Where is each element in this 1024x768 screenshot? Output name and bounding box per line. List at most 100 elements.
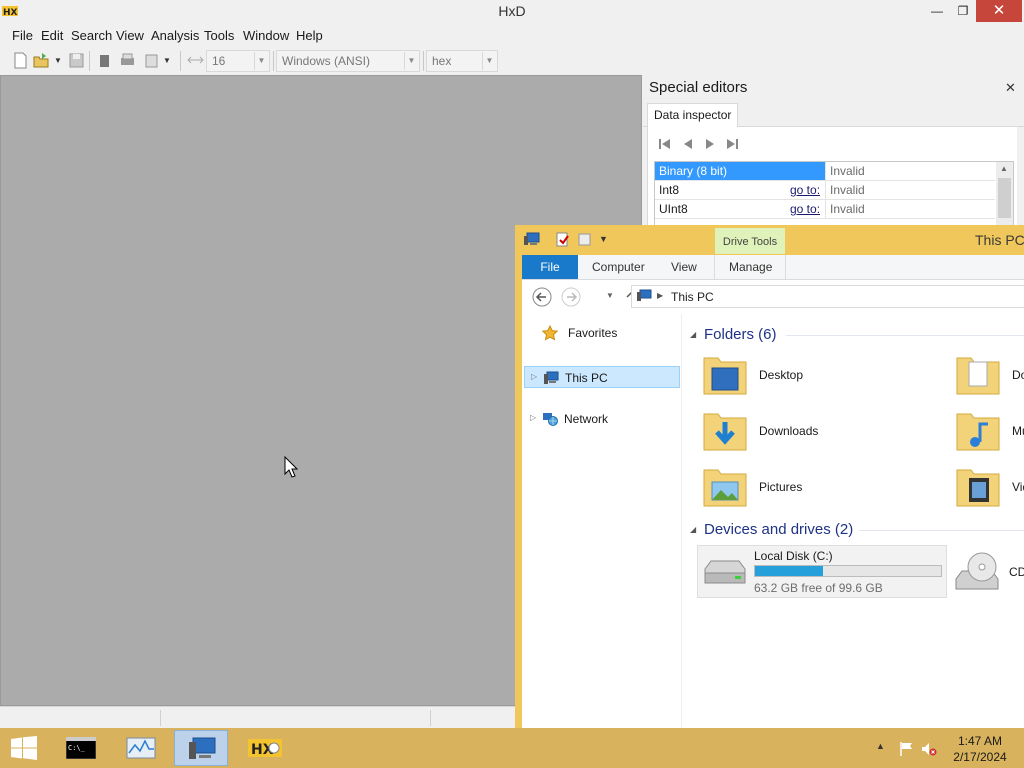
menu-tools[interactable]: Tools [204,28,234,43]
customize-qat-icon[interactable]: ▼ [599,234,608,244]
previous-icon[interactable] [681,137,695,151]
menu-help[interactable]: Help [296,28,323,43]
next-icon[interactable] [703,137,717,151]
folder-item-videos[interactable]: Vid [955,464,1024,516]
this-pc-icon[interactable] [523,232,540,247]
first-icon[interactable] [658,137,672,151]
expand-arrow-icon[interactable]: ▷ [531,372,537,381]
desktop-folder-icon [703,357,747,395]
taskbar-app-performance-monitor[interactable] [114,730,168,766]
menu-file[interactable]: File [12,28,33,43]
recent-locations-chevron-icon[interactable]: ▼ [606,291,614,300]
table-row[interactable]: Int8 go to: Invalid [655,181,995,200]
panel-tab-row: Data inspector [643,103,1024,128]
properties-icon[interactable] [555,232,570,247]
tab-data-inspector[interactable]: Data inspector [647,103,739,128]
collapse-arrow-icon[interactable]: ◢ [690,330,696,339]
charset-select[interactable]: Windows (ANSI) ▼ [276,50,420,72]
nav-item-this-pc[interactable]: ▷ This PC [524,366,680,388]
drive-tools-contextual-tab: Drive Tools [715,228,785,254]
folder-item-documents[interactable]: Do [955,352,1024,404]
drive-name: CD [1009,565,1024,579]
menu-view[interactable]: View [116,28,144,43]
tab-computer[interactable]: Computer [592,260,645,274]
tab-view[interactable]: View [671,260,697,274]
volume-muted-icon[interactable] [921,741,937,757]
last-icon[interactable] [725,137,739,151]
close-file-icon[interactable] [96,52,113,69]
new-folder-icon[interactable] [577,232,592,247]
folder-item-pictures[interactable]: Pictures [702,464,922,516]
minimize-button[interactable]: — [924,0,950,22]
forward-arrow-icon[interactable] [561,287,581,307]
folder-name: Pictures [759,480,803,494]
offset-base-value: hex [432,54,452,68]
status-divider [430,710,431,726]
videos-folder-icon [956,469,1000,507]
clock-time[interactable]: 1:47 AM [950,734,1010,748]
show-hidden-icons-chevron-icon[interactable]: ▲ [876,741,885,751]
folder-item-downloads[interactable]: Downloads [702,408,922,460]
drive-free-space: 63.2 GB free of 99.6 GB [754,581,883,595]
navigation-bar: ▼ ▶ This PC [522,280,1024,314]
menu-window[interactable]: Window [243,28,289,43]
close-button[interactable]: ✕ [976,0,1022,22]
group-header-folders[interactable]: Folders (6) [704,326,777,343]
save-icon[interactable] [68,52,85,69]
toolbar-separator [273,51,274,71]
folder-item-desktop[interactable]: Desktop [702,352,922,404]
new-file-icon[interactable] [12,52,29,69]
menu-edit[interactable]: Edit [41,28,63,43]
performance-monitor-icon [126,737,156,759]
folder-item-music[interactable]: Mu [955,408,1024,460]
taskbar-app-cmd[interactable]: C:\_ [56,730,110,766]
manage-tab-frame: Manage [714,255,786,280]
nav-label: This PC [565,371,608,385]
goto-link[interactable]: go to: [790,183,820,197]
taskbar-app-file-explorer[interactable] [174,730,228,766]
vertical-scrollbar[interactable]: ▲ [996,162,1013,230]
chevron-down-icon[interactable]: ▼ [482,52,496,70]
menu-analysis[interactable]: Analysis [151,28,199,43]
chevron-down-icon[interactable]: ▼ [404,52,418,70]
cd-drive-icon [955,552,999,590]
group-header-devices[interactable]: Devices and drives (2) [704,521,853,538]
offset-base-select[interactable]: hex ▼ [426,50,498,72]
explorer-titlebar[interactable]: ▼ Drive Tools This PC [515,225,1024,255]
chevron-down-icon[interactable]: ▼ [254,52,268,70]
action-center-flag-icon[interactable] [898,741,914,757]
nav-item-network[interactable]: ▷ Network [524,408,680,430]
windows-start-icon[interactable] [10,736,38,760]
menu-search[interactable]: Search [71,28,112,43]
drive-item-local-disk[interactable]: Local Disk (C:) 63.2 GB free of 99.6 GB [697,545,947,598]
toolbar-separator [180,51,181,71]
breadcrumb-chevron-icon[interactable]: ▶ [657,291,663,300]
properties-icon[interactable] [143,52,160,69]
hxd-titlebar[interactable]: HX HxD — ❐ ✕ [0,0,1024,23]
folder-name: Mu [1012,424,1024,438]
tab-file[interactable]: File [522,255,578,279]
taskbar-app-hxd[interactable]: HX [238,730,292,766]
row-name: Int8 [659,183,680,197]
tab-manage[interactable]: Manage [729,260,772,274]
expand-arrow-icon[interactable]: ▷ [530,413,536,422]
maximize-button[interactable]: ❐ [950,0,976,22]
pictures-folder-icon [703,469,747,507]
table-row[interactable]: Binary (8 bit) Invalid [655,162,995,181]
collapse-arrow-icon[interactable]: ◢ [690,525,696,534]
close-icon[interactable]: ✕ [1005,80,1016,96]
scroll-up-icon[interactable]: ▲ [1000,164,1008,173]
table-row[interactable]: UInt8 go to: Invalid [655,200,995,219]
properties-dropdown-icon[interactable]: ▼ [163,56,180,73]
open-folder-icon[interactable] [33,52,50,69]
goto-link[interactable]: go to: [790,202,820,216]
back-arrow-icon[interactable] [532,287,552,307]
print-icon[interactable] [119,52,136,69]
address-bar[interactable]: ▶ This PC [631,285,1024,308]
this-pc-icon [544,371,559,384]
clock-date[interactable]: 2/17/2024 [950,750,1010,764]
drive-item-cd[interactable]: CD [952,549,1024,595]
panel-title: Special editors [649,79,748,96]
scrollbar-thumb[interactable] [998,178,1011,218]
bytes-per-row-select[interactable]: 16 ▼ [206,50,270,72]
